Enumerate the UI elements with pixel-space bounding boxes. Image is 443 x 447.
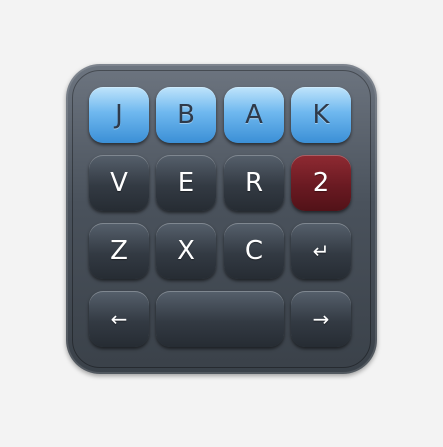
- key-e[interactable]: E: [156, 155, 216, 211]
- right-arrow-key-icon[interactable]: →: [291, 291, 351, 347]
- keyboard-app-icon[interactable]: J B A K V E R 2 Z X C ↵ ← →: [66, 64, 377, 374]
- return-key-icon[interactable]: ↵: [291, 223, 351, 279]
- left-arrow-key-icon[interactable]: ←: [89, 291, 149, 347]
- key-2[interactable]: 2: [291, 155, 351, 211]
- key-c[interactable]: C: [224, 223, 284, 279]
- key-r[interactable]: R: [224, 155, 284, 211]
- key-k[interactable]: K: [291, 87, 351, 143]
- space-key[interactable]: [156, 291, 284, 347]
- key-v[interactable]: V: [89, 155, 149, 211]
- key-b[interactable]: B: [156, 87, 216, 143]
- key-z[interactable]: Z: [89, 223, 149, 279]
- key-j[interactable]: J: [89, 87, 149, 143]
- key-a[interactable]: A: [224, 87, 284, 143]
- key-x[interactable]: X: [156, 223, 216, 279]
